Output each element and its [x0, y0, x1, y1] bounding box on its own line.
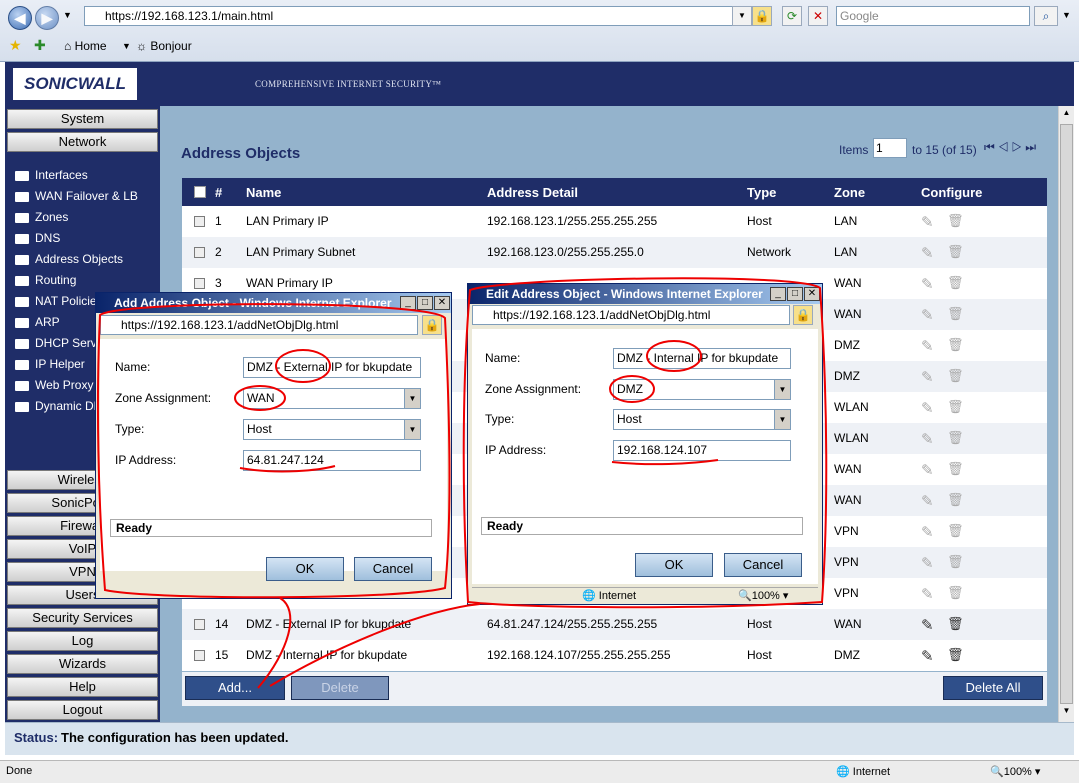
internal-highlight [646, 340, 702, 372]
external-highlight [275, 349, 331, 383]
edit-arrow [269, 603, 481, 687]
ip2-underline [611, 459, 719, 466]
dmz-highlight [609, 375, 655, 403]
add-dialog-outline [96, 303, 451, 599]
add-arrow [257, 597, 292, 689]
edit-dialog-outline [462, 277, 828, 609]
ip-underline [239, 465, 336, 473]
wan-highlight [234, 385, 286, 411]
red-annotations [96, 277, 828, 689]
